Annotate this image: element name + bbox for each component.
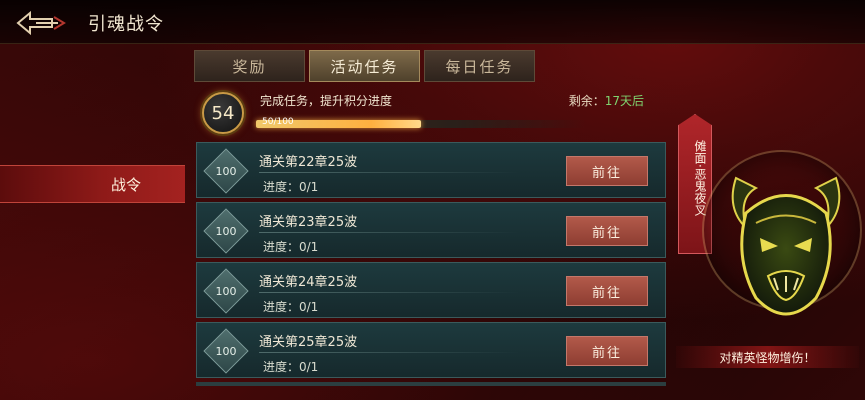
boss-buff-bar: 对精英怪物增伤！ [676, 346, 859, 368]
task-row: 100 通关第25章25波 进度：0/1 前往 [196, 322, 666, 378]
go-button[interactable]: 前往 [566, 156, 648, 186]
task-row: 100 通关第23章25波 进度：0/1 前往 [196, 202, 666, 258]
remaining-time: 剩余：17天后 [569, 92, 644, 109]
go-button[interactable]: 前往 [566, 336, 648, 366]
reward-badge: 100 [203, 148, 249, 194]
divider [259, 172, 519, 173]
tab-event-tasks[interactable]: 活动任务 [309, 50, 420, 82]
reward-value: 100 [215, 284, 237, 298]
progress-bar [256, 120, 586, 128]
divider [259, 232, 519, 233]
task-progress: 进度：0/1 [263, 240, 319, 254]
reward-badge: 100 [203, 268, 249, 314]
scroll-edge [196, 382, 666, 386]
reward-badge: 100 [203, 328, 249, 374]
task-title: 通关第23章25波 [259, 215, 358, 230]
task-list: 100 通关第22章25波 进度：0/1 前往 100 通关第23章25波 进度… [196, 140, 666, 386]
tab-rewards[interactable]: 奖励 [194, 50, 305, 82]
divider [259, 352, 519, 353]
reward-value: 100 [215, 344, 237, 358]
sidebar-item-battle-pass[interactable]: 战令 [0, 165, 185, 203]
task-title: 通关第24章25波 [259, 275, 358, 290]
go-button[interactable]: 前往 [566, 216, 648, 246]
back-arrow-icon [16, 10, 66, 36]
level-badge: 54 [202, 92, 244, 134]
task-progress: 进度：0/1 [263, 300, 319, 314]
progress-description: 完成任务，提升积分进度 [260, 94, 393, 108]
back-button[interactable] [14, 8, 68, 38]
remaining-days: 17天后 [604, 94, 644, 108]
tab-daily-tasks[interactable]: 每日任务 [424, 50, 535, 82]
boss-panel[interactable]: 傩面·恶鬼夜叉 对精英怪物增伤！ [668, 90, 865, 390]
page-title: 引魂战令 [88, 14, 164, 35]
task-title: 通关第25章25波 [259, 335, 358, 350]
remaining-label: 剩余： [568, 94, 605, 108]
divider [259, 292, 519, 293]
tab-bar: 奖励 活动任务 每日任务 [194, 50, 535, 82]
task-progress: 进度：0/1 [263, 360, 319, 374]
boss-name: 傩面·恶鬼夜叉 [693, 140, 707, 216]
reward-value: 100 [215, 224, 237, 238]
reward-badge: 100 [203, 208, 249, 254]
task-title: 通关第22章25波 [259, 155, 358, 170]
progress-header: 54 完成任务，提升积分进度 剩余：17天后 50/100 [196, 86, 666, 138]
reward-value: 100 [215, 164, 237, 178]
top-bar: 引魂战令 [0, 0, 865, 44]
go-button[interactable]: 前往 [566, 276, 648, 306]
task-row: 100 通关第24章25波 进度：0/1 前往 [196, 262, 666, 318]
demon-mask-icon [731, 176, 841, 316]
task-progress: 进度：0/1 [263, 180, 319, 194]
task-row: 100 通关第22章25波 进度：0/1 前往 [196, 142, 666, 198]
sidebar-item-label: 战令 [110, 175, 141, 194]
progress-value: 50/100 [262, 117, 294, 127]
boss-buff-text: 对精英怪物增伤！ [719, 350, 816, 365]
